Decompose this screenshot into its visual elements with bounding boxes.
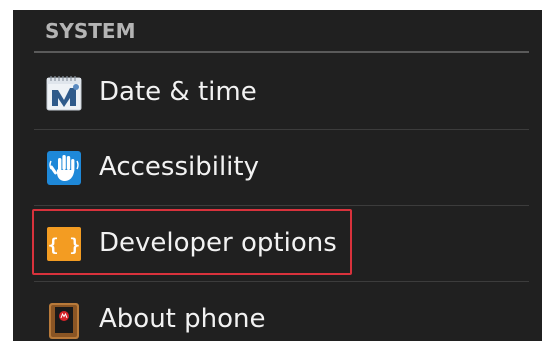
section-header: SYSTEM bbox=[13, 10, 542, 54]
section-title: SYSTEM bbox=[45, 19, 136, 43]
setting-item-about-phone[interactable]: About phone bbox=[13, 282, 542, 341]
phone-icon bbox=[45, 301, 83, 339]
hand-icon bbox=[45, 149, 83, 187]
settings-screen: SYSTEM Date & time Accessibility {} Dev… bbox=[13, 10, 542, 341]
setting-item-date-time[interactable]: Date & time bbox=[13, 55, 542, 129]
setting-item-accessibility[interactable]: Accessibility bbox=[13, 130, 542, 204]
setting-item-label: Accessibility bbox=[99, 152, 259, 182]
setting-item-label: About phone bbox=[99, 304, 266, 334]
highlight-box bbox=[32, 209, 352, 275]
calendar-clock-icon bbox=[45, 74, 83, 112]
section-divider bbox=[34, 51, 529, 53]
setting-item-label: Date & time bbox=[99, 77, 257, 107]
